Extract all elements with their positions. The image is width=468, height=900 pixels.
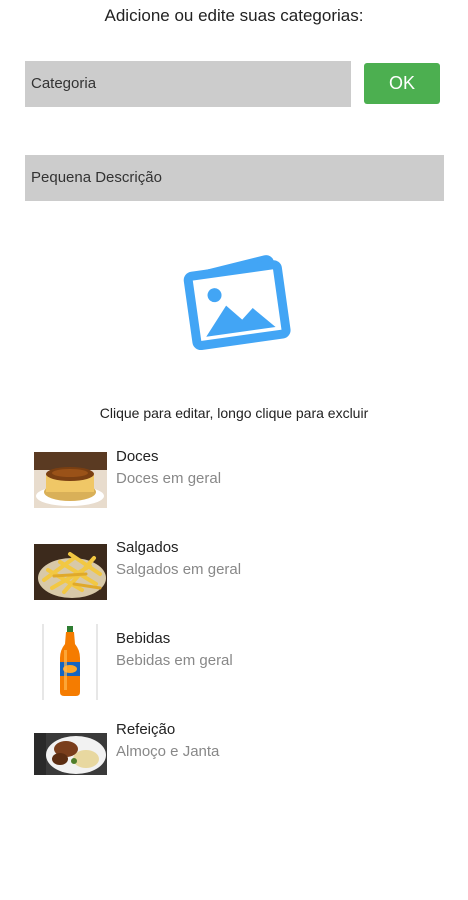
french-fries-photo xyxy=(34,544,107,600)
list-item[interactable]: Bebidas Bebidas em geral xyxy=(0,624,468,700)
category-editor-screen: Adicione ou edite suas categorias: Categ… xyxy=(0,0,468,900)
category-thumbnail xyxy=(34,452,107,508)
description-input[interactable]: Pequena Descrição xyxy=(25,155,444,201)
list-item[interactable]: Salgados Salgados em geral xyxy=(0,537,468,607)
flan-dessert-photo xyxy=(34,452,107,508)
image-picker-button[interactable] xyxy=(172,248,296,352)
category-description: Salgados em geral xyxy=(116,561,242,578)
category-title: Refeição xyxy=(116,721,176,738)
category-input[interactable]: Categoria xyxy=(25,61,351,107)
category-title: Bebidas xyxy=(116,630,171,647)
list-item[interactable]: Doces Doces em geral xyxy=(0,446,468,516)
category-description: Almoço e Janta xyxy=(116,743,220,760)
category-thumbnail xyxy=(42,624,98,700)
category-title: Doces xyxy=(116,448,159,465)
category-title: Salgados xyxy=(116,539,179,556)
image-gallery-icon xyxy=(183,255,291,351)
page-title: Adicione ou edite suas categorias: xyxy=(104,6,364,25)
category-description: Doces em geral xyxy=(116,470,222,487)
edit-hint-text: Clique para editar, longo clique para ex… xyxy=(99,405,369,421)
category-description: Bebidas em geral xyxy=(116,652,233,669)
meal-plate-photo xyxy=(34,733,107,775)
category-thumbnail xyxy=(34,544,107,600)
ok-button[interactable]: OK xyxy=(364,63,440,104)
orange-soda-bottle-photo xyxy=(42,624,98,700)
list-item[interactable]: Refeição Almoço e Janta xyxy=(0,719,468,789)
category-thumbnail xyxy=(34,733,107,775)
